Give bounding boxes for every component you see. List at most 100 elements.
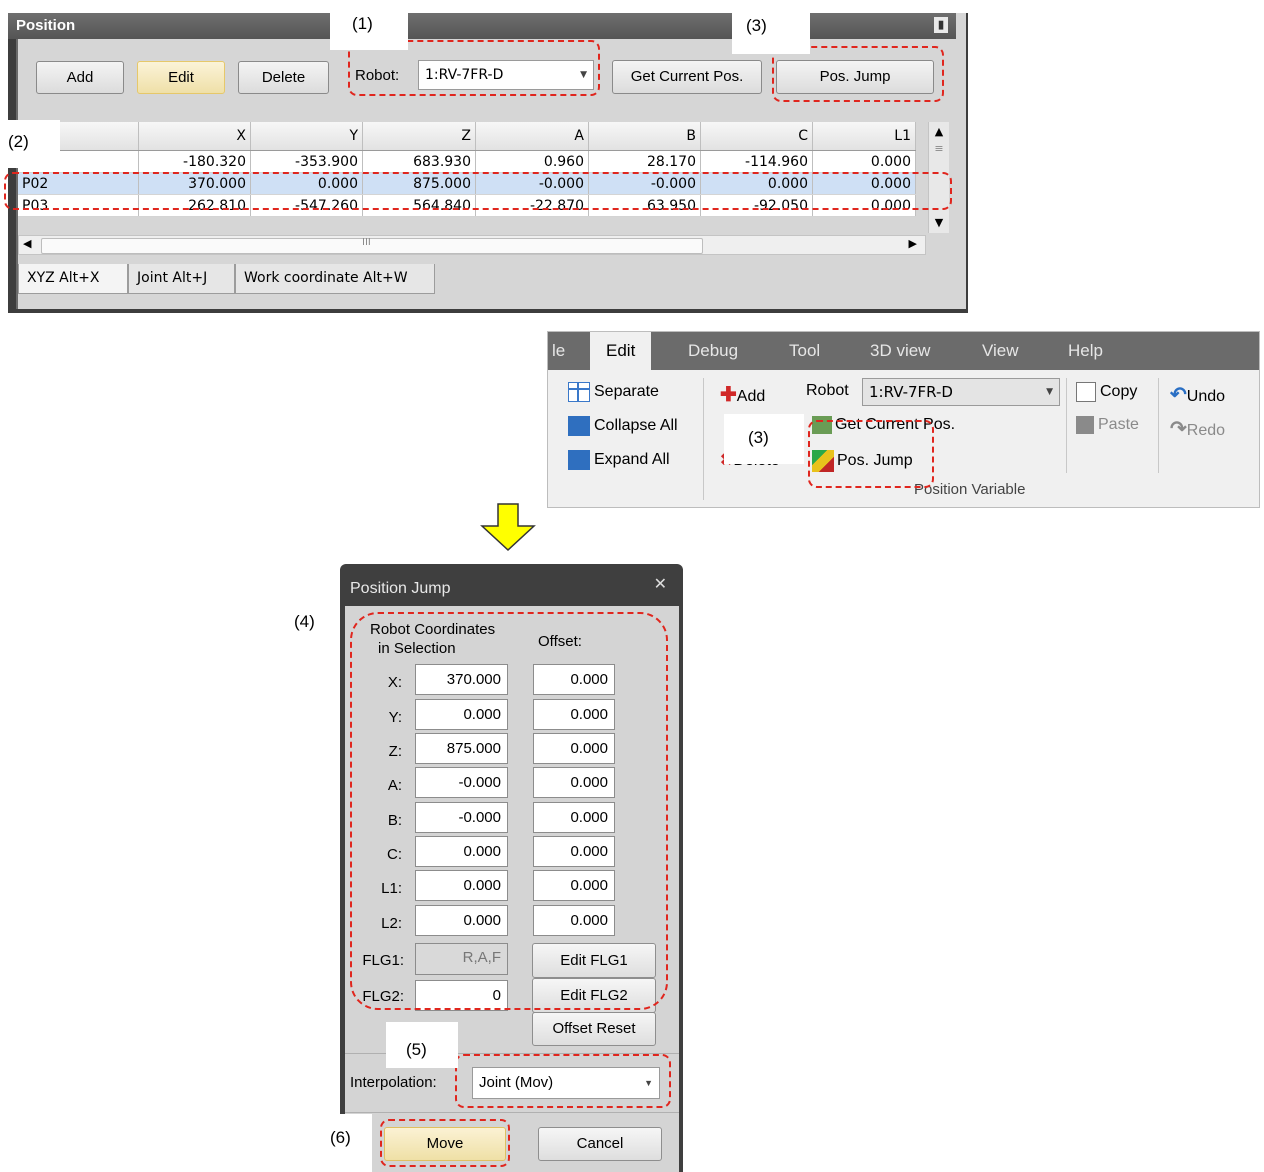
table-cell[interactable]: -353.900 — [250, 150, 363, 173]
ribbon-tab-debug[interactable]: Debug — [688, 332, 738, 370]
tab-joint[interactable]: Joint Alt+J — [128, 264, 235, 294]
table-cell[interactable]: 262.810 — [138, 194, 251, 217]
scroll-left-icon[interactable]: ◀ — [23, 237, 31, 250]
table-cell[interactable]: 0.960 — [475, 150, 589, 173]
copy-button[interactable]: Copy — [1076, 382, 1137, 402]
table-cell[interactable]: -114.960 — [700, 150, 813, 173]
table-row[interactable]: P03 262.810 -547.260 564.840 -22.870 63.… — [18, 194, 916, 217]
cancel-button[interactable]: Cancel — [538, 1127, 662, 1161]
offset-field[interactable]: 0.000 — [533, 836, 615, 867]
coord-value-field[interactable]: 0.000 — [415, 699, 508, 730]
ribbon-tab-file[interactable]: le — [552, 332, 565, 370]
undo-button[interactable]: ↶Undo — [1170, 382, 1225, 407]
add-button[interactable]: Add — [36, 61, 124, 94]
table-cell[interactable]: 0.000 — [812, 150, 916, 173]
table-cell[interactable]: -0.000 — [475, 172, 589, 195]
annotation-label-6: (6) — [296, 1114, 372, 1172]
table-cell[interactable]: P02 — [18, 172, 139, 195]
offset-reset-button[interactable]: Offset Reset — [532, 1012, 656, 1046]
pin-icon[interactable]: ▮ — [934, 17, 948, 33]
scroll-down-icon[interactable]: ▼ — [929, 213, 949, 233]
paste-button[interactable]: Paste — [1076, 416, 1139, 434]
robot-select[interactable]: 1:RV-7FR-D ▼ — [418, 60, 594, 90]
move-button[interactable]: Move — [384, 1127, 506, 1161]
separate-button[interactable]: Separate — [568, 382, 659, 402]
table-cell[interactable]: 28.170 — [588, 150, 701, 173]
ribbon-tab-help[interactable]: Help — [1068, 332, 1103, 370]
offset-field[interactable]: 0.000 — [533, 699, 615, 730]
tab-xyz[interactable]: XYZ Alt+X — [18, 264, 128, 294]
ribbon-tab-3d-view[interactable]: 3D view — [870, 332, 930, 370]
table-cell[interactable]: 0.000 — [250, 172, 363, 195]
horizontal-scrollbar[interactable]: ◀ III ▶ — [18, 235, 926, 255]
table-cell[interactable]: 63.950 — [588, 194, 701, 217]
table-cell[interactable]: 0.000 — [812, 172, 916, 195]
pos-jump-button[interactable]: Pos. Jump — [776, 60, 934, 94]
table-cell[interactable]: -180.320 — [138, 150, 251, 173]
column-header[interactable]: Y — [250, 122, 363, 151]
ribbon-tab-view[interactable]: View — [982, 332, 1019, 370]
coord-value-field[interactable]: 0.000 — [415, 836, 508, 867]
get-current-pos-button[interactable]: Get Current Pos. — [612, 60, 762, 94]
table-cell[interactable]: 875.000 — [362, 172, 476, 195]
coord-value-field[interactable]: -0.000 — [415, 767, 508, 798]
delete-button[interactable]: Delete — [238, 61, 329, 94]
ribbon-pos-jump-button[interactable]: Pos. Jump — [812, 450, 913, 472]
ribbon-robot-select[interactable]: 1:RV-7FR-D ▼ — [862, 378, 1060, 406]
coord-label: A: — [387, 777, 402, 794]
table-cell[interactable]: -547.260 — [250, 194, 363, 217]
table-cell[interactable]: 683.930 — [362, 150, 476, 173]
table-cell[interactable]: -22.870 — [475, 194, 589, 217]
table-cell[interactable]: 370.000 — [138, 172, 251, 195]
interpolation-select[interactable]: Joint (Mov) ▼ — [472, 1067, 660, 1099]
table-cell[interactable]: 0.000 — [700, 172, 813, 195]
column-header[interactable]: L1 — [812, 122, 916, 151]
column-header[interactable]: B — [588, 122, 701, 151]
column-header[interactable]: X — [138, 122, 251, 151]
close-icon[interactable]: ✕ — [654, 560, 667, 610]
tab-work-coordinate[interactable]: Work coordinate Alt+W — [235, 264, 435, 294]
ribbon-get-current-pos-button[interactable]: Get Current Pos. — [812, 416, 955, 434]
scroll-grip-icon[interactable]: ≡ — [929, 142, 949, 155]
column-header[interactable]: Z — [362, 122, 476, 151]
ribbon-tab-tool[interactable]: Tool — [789, 332, 820, 370]
coord-value-field[interactable]: 0.000 — [415, 905, 508, 936]
offset-field[interactable]: 0.000 — [533, 664, 615, 695]
coord-value-field[interactable]: 370.000 — [415, 664, 508, 695]
redo-button[interactable]: ↷Redo — [1170, 416, 1225, 441]
offset-field[interactable]: 0.000 — [533, 905, 615, 936]
coord-value-field[interactable]: 875.000 — [415, 733, 508, 764]
panel-title-text: Position — [16, 17, 76, 34]
table-cell[interactable]: -0.000 — [588, 172, 701, 195]
table-row[interactable]: -180.320 -353.900 683.930 0.960 28.170 -… — [18, 150, 916, 173]
table-cell[interactable]: 0.000 — [812, 194, 916, 217]
offset-field[interactable]: 0.000 — [533, 870, 615, 901]
edit-button[interactable]: Edit — [137, 61, 225, 94]
annotation-text: (3) — [748, 428, 769, 447]
ribbon-add-button[interactable]: ✚Add — [720, 382, 765, 407]
offset-field[interactable]: 0.000 — [533, 733, 615, 764]
expand-all-button[interactable]: Expand All — [568, 450, 670, 470]
scroll-thumb[interactable]: III — [41, 237, 703, 254]
table-cell[interactable]: -92.050 — [700, 194, 813, 217]
vertical-scrollbar[interactable]: ▲ ≡ ▼ — [928, 122, 949, 233]
coord-label: L2: — [381, 915, 402, 932]
edit-flg1-button[interactable]: Edit FLG1 — [532, 943, 656, 978]
edit-flg2-button[interactable]: Edit FLG2 — [532, 978, 656, 1013]
table-cell[interactable]: 564.840 — [362, 194, 476, 217]
column-header[interactable]: C — [700, 122, 813, 151]
coord-value-field[interactable]: -0.000 — [415, 802, 508, 833]
table-row-selected[interactable]: P02 370.000 0.000 875.000 -0.000 -0.000 … — [18, 172, 916, 195]
table-cell[interactable]: P03 — [18, 194, 139, 217]
coord-label: C: — [387, 846, 402, 863]
flg2-field[interactable]: 0 — [415, 980, 508, 1011]
coord-value-field[interactable]: 0.000 — [415, 870, 508, 901]
column-header[interactable]: A — [475, 122, 589, 151]
scroll-right-icon[interactable]: ▶ — [909, 237, 917, 250]
ribbon-tab-edit[interactable]: Edit — [590, 332, 652, 370]
offset-field[interactable]: 0.000 — [533, 802, 615, 833]
scroll-up-icon[interactable]: ▲ — [929, 122, 949, 142]
collapse-all-button[interactable]: Collapse All — [568, 416, 678, 436]
offset-field[interactable]: 0.000 — [533, 767, 615, 798]
collapse-all-label: Collapse All — [594, 417, 678, 435]
